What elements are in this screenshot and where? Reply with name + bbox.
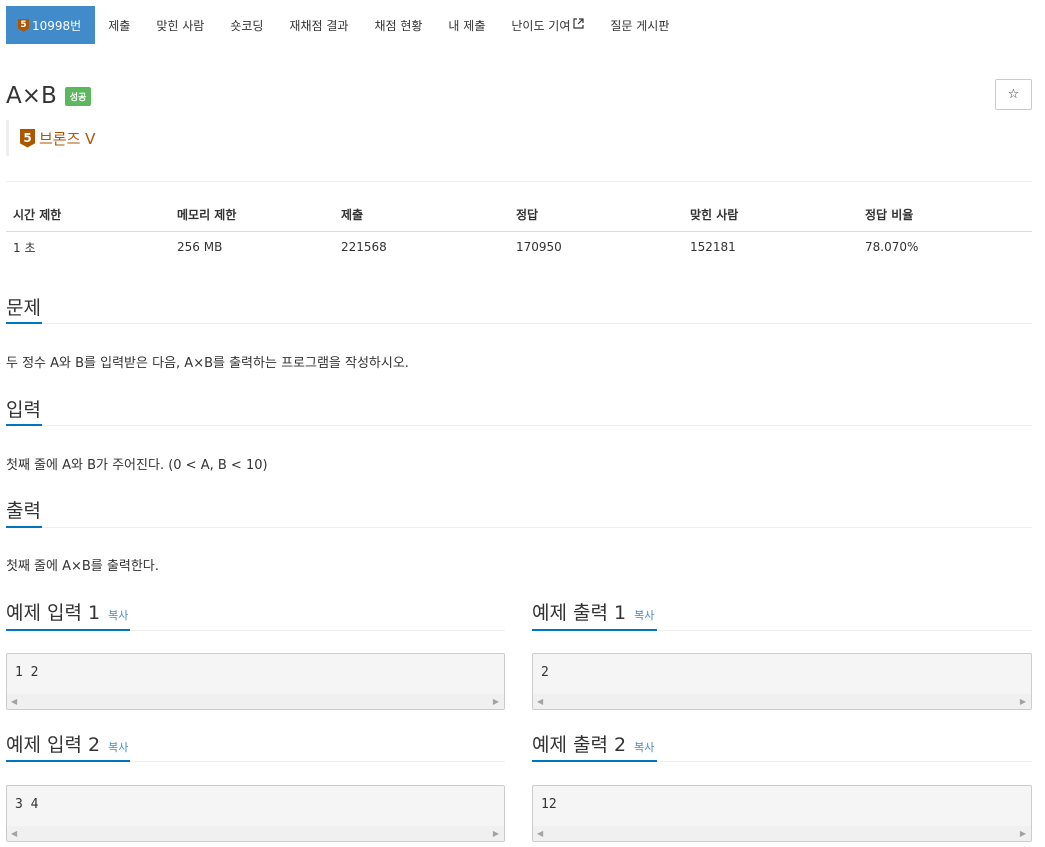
header-accept-ratio: 정답 비율 xyxy=(858,198,1032,232)
section-accent xyxy=(6,760,130,762)
tab-status[interactable]: 채점 현황 xyxy=(361,6,435,44)
section-accent xyxy=(532,629,657,631)
header-accepted: 정답 xyxy=(509,198,683,232)
scroll-left-icon[interactable]: ◀ xyxy=(537,697,543,706)
output-description: 첫째 줄에 A×B를 출력한다. xyxy=(6,559,159,574)
horizontal-scrollbar[interactable]: ◀ ▶ xyxy=(7,694,504,709)
table-row: 1 초 256 MB 221568 170950 152181 78.070% xyxy=(6,231,1032,263)
sample-output-2-title: 예제 출력 2 xyxy=(532,734,627,756)
section-divider xyxy=(6,629,505,631)
copy-button[interactable]: 복사 xyxy=(108,607,128,623)
horizontal-scrollbar[interactable]: ◀ ▶ xyxy=(533,694,1031,709)
memory-limit-value: 256 MB xyxy=(177,240,223,255)
tab-difficulty-label: 난이도 기여 xyxy=(511,18,571,33)
tab-short-coding[interactable]: 숏코딩 xyxy=(217,6,276,44)
section-accent xyxy=(6,629,130,631)
section-divider xyxy=(532,760,1032,762)
sample-input-1-title: 예제 입력 1 xyxy=(6,602,101,624)
sample-input-1-heading: 예제 입력 1 복사 xyxy=(6,598,128,625)
copy-button[interactable]: 복사 xyxy=(634,739,654,755)
horizontal-scrollbar[interactable]: ◀ ▶ xyxy=(533,826,1031,841)
problem-heading: 문제 xyxy=(6,297,41,319)
section-divider xyxy=(6,760,505,762)
bronze-tier-icon: 5 xyxy=(18,18,29,32)
sample-input-2-value: 3 4 xyxy=(15,797,39,812)
problem-title-row: A×B 성공 xyxy=(6,83,92,109)
sample-output-1-title: 예제 출력 1 xyxy=(532,602,627,624)
tab-problem-label: 10998번 xyxy=(32,18,82,33)
input-heading: 입력 xyxy=(6,399,41,421)
star-button[interactable]: ☆ xyxy=(995,79,1032,110)
sample-output-2-box[interactable]: 12 ◀ ▶ xyxy=(532,785,1032,842)
sample-output-1-heading: 예제 출력 1 복사 xyxy=(532,598,654,625)
tab-problem[interactable]: 5 10998번 xyxy=(6,6,96,44)
star-icon: ☆ xyxy=(1007,87,1020,102)
scroll-left-icon[interactable]: ◀ xyxy=(11,697,17,706)
sample-input-2-box[interactable]: 3 4 ◀ ▶ xyxy=(6,785,505,842)
scroll-right-icon[interactable]: ▶ xyxy=(493,829,499,838)
problem-description: 두 정수 A와 B를 입력받은 다음, A×B를 출력하는 프로그램을 작성하시… xyxy=(6,356,409,371)
header-submissions: 제출 xyxy=(334,198,509,232)
sample-output-1-value: 2 xyxy=(541,665,549,680)
accept-ratio-value: 78.070% xyxy=(865,240,919,255)
copy-button[interactable]: 복사 xyxy=(634,607,654,623)
accepted-value: 170950 xyxy=(516,240,562,255)
time-limit-value: 1 초 xyxy=(13,240,36,255)
tab-submit[interactable]: 제출 xyxy=(95,6,143,44)
tab-difficulty-contribution[interactable]: 난이도 기여 xyxy=(498,6,597,44)
problem-info-table: 시간 제한 메모리 제한 제출 정답 맞힌 사람 정답 비율 1 초 256 M… xyxy=(6,198,1032,263)
submissions-value: 221568 xyxy=(341,240,387,255)
table-header-row: 시간 제한 메모리 제한 제출 정답 맞힌 사람 정답 비율 xyxy=(6,198,1032,232)
header-solved-users: 맞힌 사람 xyxy=(683,198,858,232)
scroll-right-icon[interactable]: ▶ xyxy=(1020,829,1026,838)
sample-input-1-box[interactable]: 1 2 ◀ ▶ xyxy=(6,653,505,710)
header-time-limit: 시간 제한 xyxy=(6,198,170,232)
tab-solved-users[interactable]: 맞힌 사람 xyxy=(143,6,217,44)
output-heading: 출력 xyxy=(6,500,41,522)
bronze-tier-icon: 5 xyxy=(20,128,35,148)
section-accent xyxy=(6,322,42,324)
sample-input-2-title: 예제 입력 2 xyxy=(6,734,101,756)
section-accent xyxy=(532,760,657,762)
copy-button[interactable]: 복사 xyxy=(108,739,128,755)
sample-output-2-value: 12 xyxy=(541,797,557,812)
section-divider xyxy=(6,322,1032,324)
horizontal-scrollbar[interactable]: ◀ ▶ xyxy=(7,826,504,841)
section-divider xyxy=(6,424,1032,426)
scroll-left-icon[interactable]: ◀ xyxy=(11,829,17,838)
tab-question-board[interactable]: 질문 게시판 xyxy=(597,6,682,44)
sample-input-2-heading: 예제 입력 2 복사 xyxy=(6,730,128,757)
header-memory-limit: 메모리 제한 xyxy=(170,198,334,232)
sample-input-1-value: 1 2 xyxy=(15,665,39,680)
scroll-right-icon[interactable]: ▶ xyxy=(1020,697,1026,706)
solved-users-value: 152181 xyxy=(690,240,736,255)
section-accent xyxy=(6,424,42,426)
external-link-icon xyxy=(573,18,584,32)
sample-output-2-heading: 예제 출력 2 복사 xyxy=(532,730,654,757)
tier-name[interactable]: 브론즈 V xyxy=(39,128,95,149)
problem-title: A×B xyxy=(6,83,57,109)
divider xyxy=(6,181,1032,182)
scroll-left-icon[interactable]: ◀ xyxy=(537,829,543,838)
tab-my-submissions[interactable]: 내 제출 xyxy=(435,6,498,44)
input-description: 첫째 줄에 A와 B가 주어진다. (0 < A, B < 10) xyxy=(6,458,268,473)
status-badge: 성공 xyxy=(64,86,92,106)
section-accent xyxy=(6,526,42,528)
section-divider xyxy=(532,629,1032,631)
problem-nav: 5 10998번 제출 맞힌 사람 숏코딩 재채점 결과 채점 현황 내 제출 … xyxy=(6,6,682,44)
scroll-right-icon[interactable]: ▶ xyxy=(493,697,499,706)
sample-output-1-box[interactable]: 2 ◀ ▶ xyxy=(532,653,1032,710)
problem-tier: 5 브론즈 V xyxy=(6,120,95,156)
section-divider xyxy=(6,526,1032,528)
tab-rejudge-results[interactable]: 재채점 결과 xyxy=(276,6,361,44)
